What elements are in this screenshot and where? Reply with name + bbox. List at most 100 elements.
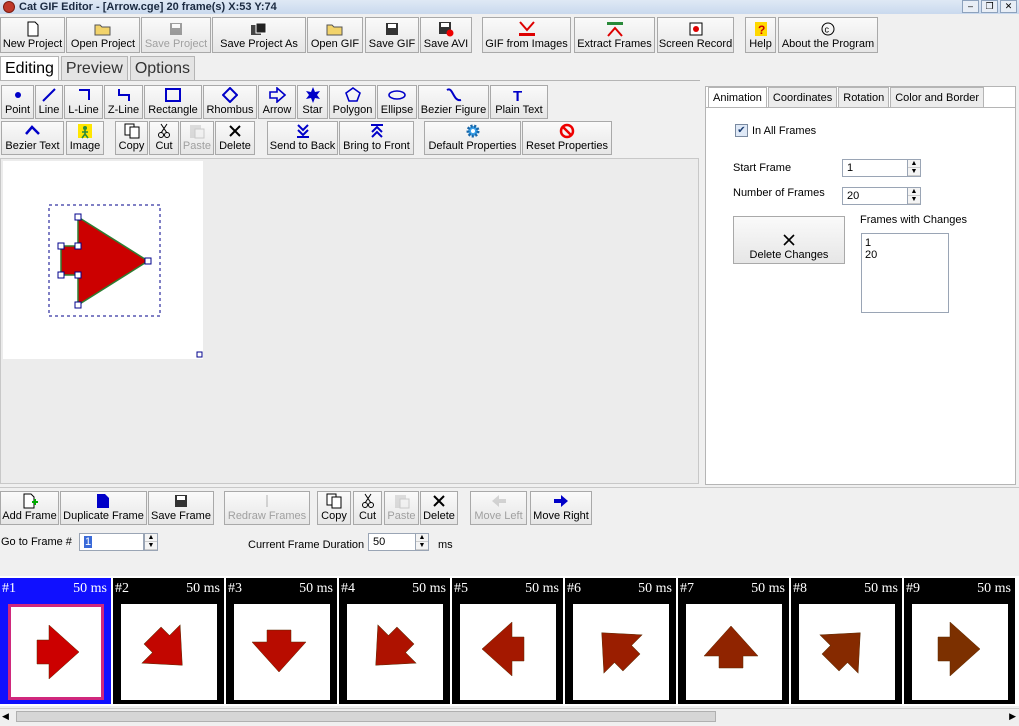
arrow-button[interactable]: Arrow — [258, 85, 296, 119]
copy-button[interactable]: Copy — [115, 121, 148, 155]
rectangle-label: Rectangle — [148, 104, 198, 116]
frame-strip[interactable]: #1 50 ms #2 50 ms #3 50 ms #4 50 ms #5 50 ms #6 50 … — [0, 576, 1019, 706]
ellipse-icon — [387, 87, 407, 103]
plain-text-button[interactable]: T Plain Text — [490, 85, 548, 119]
frame-number: #8 — [793, 581, 807, 596]
send-to-back-button[interactable]: Send to Back — [267, 121, 338, 155]
cut-button[interactable]: Cut — [353, 491, 382, 525]
copy-button[interactable]: Copy — [317, 491, 351, 525]
ellipse-button[interactable]: Ellipse — [377, 85, 417, 119]
scrollbar-thumb[interactable] — [16, 711, 716, 722]
goto-frame-input[interactable]: 1 — [79, 533, 144, 551]
bezier-text-button[interactable]: Bezier Text — [1, 121, 64, 155]
number-of-frames-spinner[interactable]: ▲ ▼ — [907, 187, 921, 205]
tab-editing[interactable]: Editing — [0, 56, 59, 80]
open-folder-icon — [326, 21, 344, 37]
rectangle-button[interactable]: Rectangle — [144, 85, 202, 119]
move-left-button[interactable]: Move Left — [470, 491, 527, 525]
scroll-left-icon[interactable]: ◀ — [2, 711, 9, 722]
tab-coordinates[interactable]: Coordinates — [767, 87, 838, 107]
polygon-button[interactable]: Polygon — [329, 85, 376, 119]
frame-preview — [8, 604, 104, 700]
delete-button[interactable]: Delete — [215, 121, 255, 155]
rhombus-button[interactable]: Rhombus — [203, 85, 257, 119]
frame-thumbnail[interactable]: #9 50 ms — [904, 578, 1015, 704]
help-button[interactable]: ? Help — [745, 17, 776, 53]
frame-thumbnail[interactable]: #7 50 ms — [678, 578, 789, 704]
tab-color-border[interactable]: Color and Border — [890, 87, 985, 107]
frame-duration: 50 ms — [412, 581, 446, 596]
tab-rotation[interactable]: Rotation — [838, 87, 890, 107]
maximize-button[interactable]: ❐ — [981, 0, 998, 13]
frame-thumbnail[interactable]: #4 50 ms — [339, 578, 450, 704]
copy-icon — [326, 493, 342, 509]
frame-thumbnail[interactable]: #6 50 ms — [565, 578, 676, 704]
bring-to-front-button[interactable]: Bring to Front — [339, 121, 414, 155]
start-frame-spinner[interactable]: ▲ ▼ — [907, 159, 921, 177]
frame-thumbnail[interactable]: #5 50 ms — [452, 578, 563, 704]
gif-from-images-button[interactable]: GIF from Images — [482, 17, 571, 53]
extract-frames-button[interactable]: Extract Frames — [574, 17, 655, 53]
add-frame-button[interactable]: Add Frame — [0, 491, 59, 525]
new-project-button[interactable]: New Project — [0, 17, 65, 53]
about-the-program-button[interactable]: c About the Program — [778, 17, 878, 53]
reset-properties-button[interactable]: Reset Properties — [522, 121, 612, 155]
horizontal-scrollbar[interactable]: ◀ ▶ — [0, 708, 1019, 724]
paste-button[interactable]: Paste — [180, 121, 214, 155]
image-button[interactable]: Image — [66, 121, 104, 155]
frame-number: #9 — [906, 581, 920, 596]
frames-with-changes-list[interactable]: 1 20 — [861, 233, 949, 313]
cut-button[interactable]: Cut — [149, 121, 179, 155]
default-properties-button[interactable]: Default Properties — [424, 121, 521, 155]
frame-preview — [234, 604, 330, 700]
editing-canvas-area[interactable] — [0, 158, 699, 484]
delete-changes-button[interactable]: Delete Changes — [733, 216, 845, 264]
bezier-figure-button[interactable]: Bezier Figure — [418, 85, 489, 119]
move-right-button[interactable]: Move Right — [530, 491, 592, 525]
line-button[interactable]: Line — [35, 85, 63, 119]
star-button[interactable]: Star — [297, 85, 328, 119]
save-gif-button[interactable]: Save GIF — [365, 17, 419, 53]
frame-duration-spinner[interactable]: ▲ ▼ — [415, 533, 429, 551]
tab-preview[interactable]: Preview — [60, 56, 128, 80]
z-line-button[interactable]: Z-Line — [104, 85, 143, 119]
frame-thumbnail[interactable]: #3 50 ms — [226, 578, 337, 704]
open-project-button[interactable]: Open Project — [66, 17, 140, 53]
in-all-frames-checkbox[interactable]: ✔ — [735, 124, 748, 137]
tab-animation[interactable]: Animation — [708, 87, 767, 107]
delete-changes-label: Delete Changes — [749, 249, 829, 261]
minimize-button[interactable]: – — [962, 0, 979, 13]
redraw-frames-button[interactable]: Redraw Frames — [224, 491, 310, 525]
frame-thumbnail[interactable]: #2 50 ms — [113, 578, 224, 704]
open-gif-button[interactable]: Open GIF — [307, 17, 363, 53]
l-line-button[interactable]: L-Line — [64, 85, 103, 119]
screen-record-button[interactable]: Screen Record — [657, 17, 734, 53]
screen-record-label: Screen Record — [658, 38, 733, 50]
frame-thumbnail[interactable]: #8 50 ms — [791, 578, 902, 704]
frame-number: #7 — [680, 581, 694, 596]
new-project-label: New Project — [2, 38, 63, 50]
arrow-right-icon — [553, 493, 569, 509]
about-the-program-label: About the Program — [781, 38, 875, 50]
tab-options[interactable]: Options — [129, 56, 195, 80]
save-frame-button[interactable]: Save Frame — [148, 491, 214, 525]
save-avi-button[interactable]: Save AVI — [420, 17, 472, 53]
frame-number: #1 — [2, 581, 16, 596]
paste-button[interactable]: Paste — [384, 491, 419, 525]
number-of-frames-input[interactable]: 20 — [842, 187, 908, 205]
list-item[interactable]: 1 — [865, 237, 945, 249]
start-frame-input[interactable]: 1 — [842, 159, 908, 177]
frame-thumbnail[interactable]: #1 50 ms — [0, 578, 111, 704]
duplicate-frame-label: Duplicate Frame — [63, 510, 144, 522]
point-button[interactable]: Point — [1, 85, 34, 119]
scroll-right-icon[interactable]: ▶ — [1009, 711, 1016, 722]
duplicate-frame-button[interactable]: Duplicate Frame — [60, 491, 147, 525]
save-project-button[interactable]: Save Project — [141, 17, 211, 53]
delete-button[interactable]: Delete — [420, 491, 458, 525]
list-item[interactable]: 20 — [865, 249, 945, 261]
disk-icon — [169, 21, 183, 37]
goto-frame-spinner[interactable]: ▲ ▼ — [144, 533, 158, 551]
save-project-as-button[interactable]: Save Project As — [212, 17, 306, 53]
close-button[interactable]: ✕ — [1000, 0, 1017, 13]
frame-duration-input[interactable]: 50 — [368, 533, 416, 551]
